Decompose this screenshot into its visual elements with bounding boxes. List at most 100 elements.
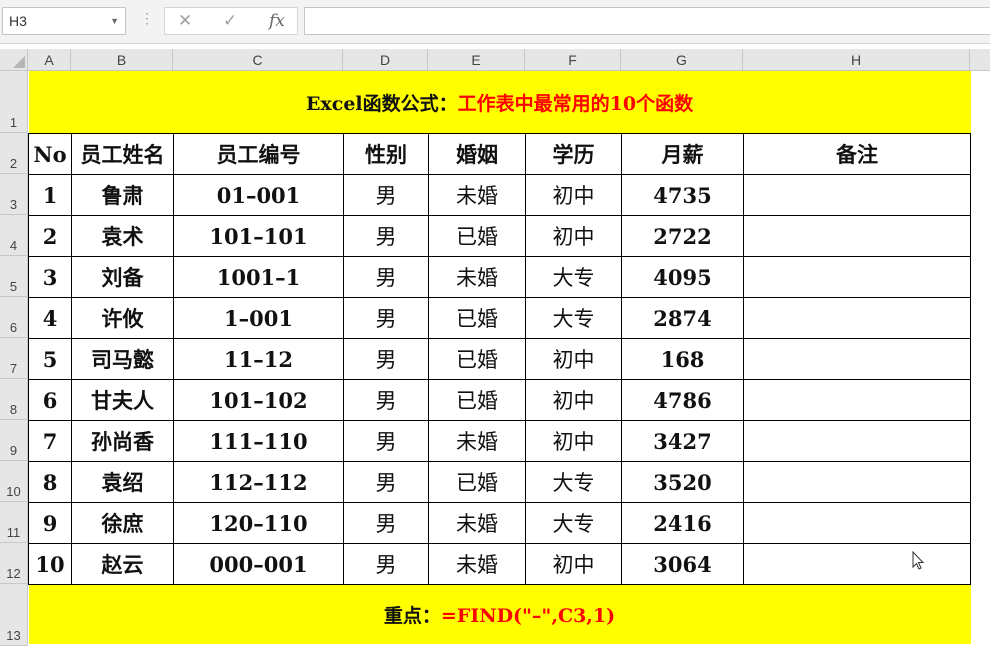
cell[interactable] bbox=[742, 256, 972, 298]
header-cell[interactable]: 性别 bbox=[343, 133, 429, 175]
row-header-13[interactable]: 13 bbox=[0, 584, 28, 646]
cell[interactable]: 初中 bbox=[525, 420, 622, 462]
cell[interactable]: 初中 bbox=[525, 379, 622, 421]
cell[interactable]: 6 bbox=[28, 379, 72, 421]
row-header-5[interactable]: 5 bbox=[0, 256, 28, 297]
cell[interactable]: 已婚 bbox=[428, 379, 526, 421]
cell[interactable]: 9 bbox=[28, 502, 72, 544]
cell[interactable]: 2874 bbox=[621, 297, 744, 339]
header-cell[interactable]: 月薪 bbox=[621, 133, 744, 175]
cell[interactable]: 初中 bbox=[525, 215, 622, 257]
cell[interactable]: 101–101 bbox=[173, 215, 344, 257]
cell[interactable]: 刘备 bbox=[71, 256, 174, 298]
cell[interactable]: 已婚 bbox=[428, 461, 526, 503]
cell[interactable]: 未婚 bbox=[428, 420, 526, 462]
cell[interactable]: 初中 bbox=[525, 174, 622, 216]
cell[interactable]: 4786 bbox=[621, 379, 744, 421]
cell[interactable]: 5 bbox=[28, 338, 72, 380]
cell[interactable]: 3427 bbox=[621, 420, 744, 462]
cell[interactable]: 未婚 bbox=[428, 256, 526, 298]
header-cell[interactable]: 婚姻 bbox=[428, 133, 526, 175]
row-header-6[interactable]: 6 bbox=[0, 297, 28, 338]
column-header-e[interactable]: E bbox=[428, 49, 525, 71]
cell[interactable]: 男 bbox=[343, 379, 429, 421]
note-cell[interactable]: 重点：=FIND("–",C3,1) bbox=[28, 584, 971, 644]
enter-icon[interactable]: ✓ bbox=[223, 11, 237, 31]
cell[interactable]: 3 bbox=[28, 256, 72, 298]
insert-function-icon[interactable]: fx bbox=[269, 11, 285, 31]
row-header-8[interactable]: 8 bbox=[0, 379, 28, 420]
cell[interactable]: 甘夫人 bbox=[71, 379, 174, 421]
cell[interactable]: 司马懿 bbox=[71, 338, 174, 380]
cell[interactable] bbox=[742, 461, 972, 503]
cell[interactable]: 男 bbox=[343, 461, 429, 503]
cell[interactable]: 已婚 bbox=[428, 215, 526, 257]
cell[interactable]: 4 bbox=[28, 297, 72, 339]
row-header-11[interactable]: 11 bbox=[0, 502, 28, 543]
cell[interactable] bbox=[742, 338, 972, 380]
cell[interactable]: 4095 bbox=[621, 256, 744, 298]
cell[interactable]: 大专 bbox=[525, 297, 622, 339]
column-header-h[interactable]: H bbox=[743, 49, 970, 71]
header-cell[interactable]: 员工姓名 bbox=[71, 133, 174, 175]
column-header-a[interactable]: A bbox=[28, 49, 71, 71]
cell[interactable] bbox=[742, 174, 972, 216]
cell[interactable]: 男 bbox=[343, 297, 429, 339]
cell[interactable]: 许攸 bbox=[71, 297, 174, 339]
cell[interactable]: 男 bbox=[343, 174, 429, 216]
cell[interactable]: 7 bbox=[28, 420, 72, 462]
column-header-d[interactable]: D bbox=[343, 49, 428, 71]
cell[interactable]: 未婚 bbox=[428, 174, 526, 216]
cell[interactable]: 未婚 bbox=[428, 543, 526, 585]
cell[interactable]: 1–001 bbox=[173, 297, 344, 339]
cell[interactable]: 168 bbox=[621, 338, 744, 380]
row-header-10[interactable]: 10 bbox=[0, 461, 28, 502]
column-header-c[interactable]: C bbox=[173, 49, 343, 71]
cell[interactable]: 孙尚香 bbox=[71, 420, 174, 462]
cell[interactable]: 男 bbox=[343, 543, 429, 585]
cell[interactable] bbox=[742, 297, 972, 339]
cell[interactable]: 大专 bbox=[525, 502, 622, 544]
cell[interactable]: 120–110 bbox=[173, 502, 344, 544]
header-cell[interactable]: 员工编号 bbox=[173, 133, 344, 175]
header-cell[interactable]: 备注 bbox=[742, 133, 972, 175]
name-box[interactable]: H3 ▼ bbox=[2, 7, 126, 35]
cell[interactable] bbox=[742, 215, 972, 257]
cell[interactable]: 10 bbox=[28, 543, 72, 585]
cell[interactable]: 4735 bbox=[621, 174, 744, 216]
row-header-1[interactable]: 1 bbox=[0, 71, 28, 133]
column-header-f[interactable]: F bbox=[525, 49, 621, 71]
cell[interactable]: 袁术 bbox=[71, 215, 174, 257]
cell[interactable]: 男 bbox=[343, 420, 429, 462]
header-cell[interactable]: No bbox=[28, 133, 72, 175]
cell[interactable]: 11–12 bbox=[173, 338, 344, 380]
cell[interactable]: 大专 bbox=[525, 461, 622, 503]
cell[interactable]: 2416 bbox=[621, 502, 744, 544]
cell[interactable]: 初中 bbox=[525, 543, 622, 585]
select-all-corner[interactable] bbox=[0, 49, 28, 71]
cell[interactable]: 2 bbox=[28, 215, 72, 257]
cell[interactable]: 1001–1 bbox=[173, 256, 344, 298]
cell[interactable]: 赵云 bbox=[71, 543, 174, 585]
title-cell[interactable]: Excel函数公式：工作表中最常用的10个函数 bbox=[28, 71, 971, 134]
row-header-3[interactable]: 3 bbox=[0, 174, 28, 215]
name-box-dropdown-icon[interactable]: ▼ bbox=[110, 8, 119, 34]
row-header-12[interactable]: 12 bbox=[0, 543, 28, 584]
cell[interactable]: 3520 bbox=[621, 461, 744, 503]
cell[interactable]: 8 bbox=[28, 461, 72, 503]
cell[interactable]: 111–110 bbox=[173, 420, 344, 462]
cell[interactable]: 初中 bbox=[525, 338, 622, 380]
cell[interactable]: 01–001 bbox=[173, 174, 344, 216]
cell[interactable]: 101–102 bbox=[173, 379, 344, 421]
cell[interactable]: 男 bbox=[343, 215, 429, 257]
row-header-4[interactable]: 4 bbox=[0, 215, 28, 256]
column-header-g[interactable]: G bbox=[621, 49, 743, 71]
cell[interactable]: 袁绍 bbox=[71, 461, 174, 503]
cell[interactable]: 已婚 bbox=[428, 297, 526, 339]
cell[interactable]: 鲁肃 bbox=[71, 174, 174, 216]
cell[interactable]: 112–112 bbox=[173, 461, 344, 503]
cell[interactable]: 男 bbox=[343, 338, 429, 380]
cell[interactable]: 已婚 bbox=[428, 338, 526, 380]
row-header-9[interactable]: 9 bbox=[0, 420, 28, 461]
row-header-7[interactable]: 7 bbox=[0, 338, 28, 379]
